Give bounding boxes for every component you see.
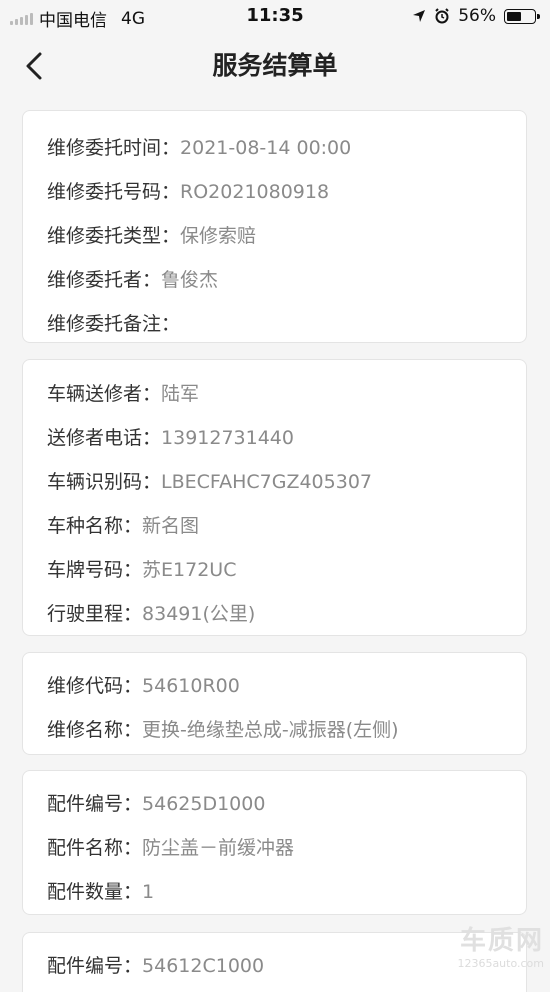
field-label: 车种名称：: [47, 515, 143, 537]
field-label: 行驶里程：: [47, 603, 143, 625]
battery-percent: 56%: [458, 6, 496, 26]
detail-row: 配件名称：防尘盖－前缓冲器: [47, 833, 294, 860]
watermark: 车质网 12365auto.com: [457, 920, 544, 970]
location-arrow-icon: [413, 10, 426, 22]
field-value: LBECFAHC7GZ405307: [161, 471, 373, 493]
field-label: 维修名称：: [47, 719, 143, 741]
field-value: 83491(公里): [142, 603, 256, 625]
field-label: 车辆送修者：: [47, 383, 162, 405]
detail-row: 维修委托号码：RO2021080918: [47, 177, 329, 204]
alarm-clock-icon: [435, 8, 449, 24]
field-value: 2021-08-14 00:00: [180, 137, 352, 159]
back-button[interactable]: [18, 48, 54, 84]
field-label: 维修委托者：: [47, 269, 162, 291]
detail-row: 维修委托者：鲁俊杰: [47, 265, 218, 292]
repair-item-card: 维修代码：54610R00 维修名称：更换-绝缘垫总成-减振器(左侧): [22, 652, 527, 755]
battery-fill: [507, 11, 521, 21]
field-value: 54612C1000: [142, 955, 265, 977]
detail-row: 维修委托备注：: [47, 309, 180, 336]
field-label: 车牌号码：: [47, 559, 143, 581]
detail-row: 配件编号：54625D1000: [47, 789, 265, 816]
detail-row: 配件编号：54612C1000: [47, 951, 264, 978]
battery-icon: [504, 8, 540, 24]
field-label: 维修委托类型：: [47, 225, 181, 247]
field-value: RO2021080918: [180, 181, 330, 203]
field-value: 1: [142, 881, 155, 903]
detail-row: 车辆送修者：陆军: [47, 379, 199, 406]
nav-bar: 服务结算单: [0, 32, 550, 102]
field-value: 新名图: [142, 515, 200, 537]
field-label: 配件名称：: [47, 837, 143, 859]
field-label: 送修者电话：: [47, 427, 162, 449]
chevron-left-icon: [26, 52, 42, 80]
detail-row: 维修委托时间：2021-08-14 00:00: [47, 133, 351, 160]
field-value: 更换-绝缘垫总成-减振器(左侧): [142, 719, 399, 741]
field-value: 保修索赔: [180, 225, 257, 247]
watermark-site: 12365auto.com: [457, 957, 544, 970]
field-label: 配件编号：: [47, 955, 143, 977]
field-value: 鲁俊杰: [161, 269, 219, 291]
field-label: 配件数量：: [47, 881, 143, 903]
detail-row: 送修者电话：13912731440: [47, 423, 294, 450]
field-label: 维修委托号码：: [47, 181, 181, 203]
page-title: 服务结算单: [212, 51, 338, 80]
watermark-brand: 车质网: [459, 926, 544, 956]
field-value: 苏E172UC: [142, 559, 237, 581]
field-label: 维修委托备注：: [47, 313, 181, 335]
detail-row: 行驶里程：83491(公里): [47, 599, 255, 626]
field-value: 陆军: [161, 383, 200, 405]
field-value: 54610R00: [142, 675, 240, 697]
field-label: 维修委托时间：: [47, 137, 181, 159]
detail-row: 车种名称：新名图: [47, 511, 199, 538]
field-label: 配件编号：: [47, 793, 143, 815]
detail-row: 车牌号码：苏E172UC: [47, 555, 236, 582]
detail-row: 维修委托类型：保修索赔: [47, 221, 256, 248]
status-bar: 中国电信 4G 11:35 56%: [0, 0, 550, 32]
detail-row: 配件数量：1: [47, 877, 154, 904]
field-value: 54625D1000: [142, 793, 266, 815]
field-label: 车辆识别码：: [47, 471, 162, 493]
field-value: 13912731440: [161, 427, 294, 449]
status-right: 56%: [412, 6, 540, 26]
field-label: 维修代码：: [47, 675, 143, 697]
part-card: 配件编号：54612C1000: [22, 932, 527, 992]
vehicle-card: 车辆送修者：陆军 送修者电话：13912731440 车辆识别码：LBECFAH…: [22, 359, 527, 636]
field-value: 防尘盖－前缓冲器: [142, 837, 295, 859]
detail-row: 维修名称：更换-绝缘垫总成-减振器(左侧): [47, 715, 399, 742]
detail-row: 维修代码：54610R00: [47, 671, 240, 698]
detail-row: 车辆识别码：LBECFAHC7GZ405307: [47, 467, 372, 494]
part-card: 配件编号：54625D1000 配件名称：防尘盖－前缓冲器 配件数量：1: [22, 770, 527, 915]
commission-card: 维修委托时间：2021-08-14 00:00 维修委托号码：RO2021080…: [22, 110, 527, 343]
